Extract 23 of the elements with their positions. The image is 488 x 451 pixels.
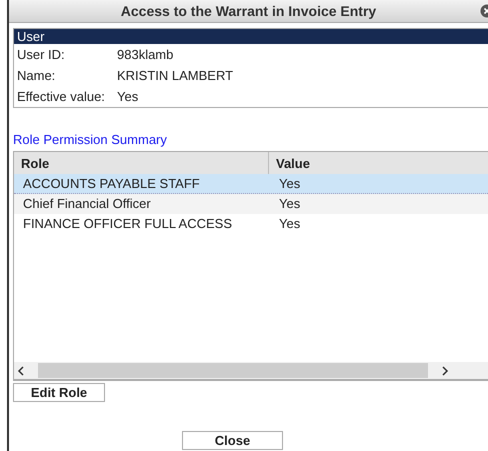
edit-role-button[interactable]: Edit Role xyxy=(13,383,105,402)
table-cell-text: ACCOUNTS PAYABLE STAFF xyxy=(22,176,201,191)
table-cell-text: Yes xyxy=(278,176,300,191)
table-row[interactable]: FINANCE OFFICER FULL ACCESS Yes xyxy=(14,214,488,234)
column-header[interactable]: Value xyxy=(269,152,310,174)
table-cell-text: Chief Financial Officer xyxy=(22,196,152,211)
table-cell-text: FINANCE OFFICER FULL ACCESS xyxy=(22,216,233,231)
panel-title: User xyxy=(14,29,488,44)
table-row[interactable]: ACCOUNTS PAYABLE STAFF Yes xyxy=(14,174,488,194)
field-label: User ID: xyxy=(17,47,66,62)
field-value: 983klamb xyxy=(117,47,174,62)
horizontal-scrollbar[interactable] xyxy=(14,362,488,380)
close-button[interactable]: Close xyxy=(182,431,283,450)
field-value: KRISTIN LAMBERT xyxy=(117,68,234,83)
table-cell-text: Yes xyxy=(278,216,300,231)
table-cell-text: Yes xyxy=(278,196,300,211)
field-label: Effective value: xyxy=(17,89,106,104)
table-row[interactable]: Chief Financial Officer Yes xyxy=(14,194,488,214)
field-label: Name: xyxy=(17,68,56,83)
field-value: Yes xyxy=(117,89,138,104)
scrollbar-thumb[interactable] xyxy=(38,363,428,378)
window-title: Access to the Warrant in Invoice Entry xyxy=(120,3,376,19)
section-title: Role Permission Summary xyxy=(13,132,167,147)
